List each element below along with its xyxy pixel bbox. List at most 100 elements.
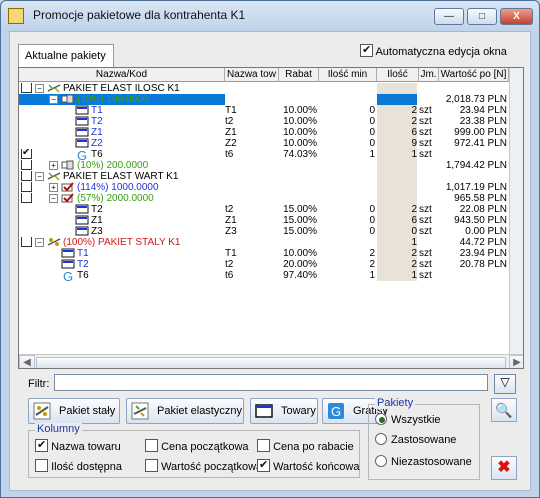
name-cell[interactable]: − (100%) PAKIET STALY K1 [19, 237, 225, 248]
row-checkbox[interactable] [21, 171, 32, 181]
checkbox-icon[interactable] [145, 439, 158, 452]
table-row[interactable]: + (10%) 200.0000 1,794.42 PLN [19, 160, 509, 171]
column-header[interactable]: Ilość [377, 68, 419, 82]
col-opt-start-price[interactable]: Cena początkowa [145, 439, 249, 453]
radio-icon[interactable] [375, 433, 387, 445]
title-bar[interactable]: Promocje pakietowe dla kontrahenta K1 — … [1, 1, 539, 29]
checkbox-icon[interactable] [257, 458, 270, 472]
maximize-button[interactable]: □ [467, 8, 497, 25]
table-row[interactable]: GT6t674.03%11szt [19, 149, 509, 160]
collapse-icon[interactable]: − [49, 95, 58, 104]
name-cell[interactable]: T1 [19, 248, 225, 259]
col-opt-end-value[interactable]: Wartość końcowa [257, 458, 359, 473]
row-checkbox[interactable] [21, 237, 32, 247]
auto-edit-checkbox[interactable]: Automatyczna edycja okna [360, 43, 507, 58]
name-cell[interactable]: G T6 [19, 149, 225, 160]
ilmin-cell: 0 [369, 138, 375, 149]
tab-active-packages[interactable]: Aktualne pakiety [18, 44, 114, 68]
table-row[interactable]: T2 t2 20.00% 2 2 szt 20.78 PLN [19, 259, 509, 270]
search-icon[interactable]: 🔍 [491, 398, 517, 422]
name-cell[interactable]: Z1 [19, 215, 225, 226]
table-row[interactable]: T1 T1 10.00% 0 2 szt 23.94 PLN [19, 105, 509, 116]
product-icon [75, 215, 89, 225]
row-checkbox[interactable] [21, 149, 32, 159]
flex-package-button[interactable]: Pakiet elastyczny [126, 398, 244, 424]
column-header[interactable]: Wartość po [N] [439, 68, 509, 82]
checkbox-icon[interactable] [257, 439, 270, 452]
checkbox-icon[interactable] [145, 459, 158, 472]
checkbox-icon[interactable] [35, 459, 48, 472]
jm-cell: szt [419, 226, 432, 237]
collapse-icon[interactable]: − [49, 194, 58, 203]
radio-icon[interactable] [375, 455, 387, 467]
row-checkbox[interactable] [21, 160, 32, 170]
name-cell[interactable]: − PAKIET ELAST ILOSC K1 [19, 83, 225, 94]
name-cell[interactable]: Z3 [19, 226, 225, 237]
filter-icon[interactable]: ▽ [494, 374, 516, 394]
row-checkbox[interactable] [21, 83, 32, 93]
table-row[interactable]: Z2 Z2 10.00% 0 9 szt 972.41 PLN [19, 138, 509, 149]
name-cell[interactable]: − (10%) 100.0000 [19, 94, 225, 105]
column-header[interactable]: Nazwa tow [225, 68, 279, 82]
goods-button[interactable]: Towary [250, 398, 318, 424]
radio-icon[interactable] [375, 413, 387, 425]
column-header[interactable]: Jm. [419, 68, 439, 82]
col-opt-start-value[interactable]: Wartość początkowa [145, 459, 262, 473]
column-header[interactable]: Ilość min [319, 68, 377, 82]
table-row[interactable]: Z3 Z3 15.00% 0 0 szt 0.00 PLN [19, 226, 509, 237]
table-row[interactable]: + (114%) 1000.0000 1,017.19 PLN [19, 182, 509, 193]
table-row[interactable]: − (100%) PAKIET STALY K1 1 44.72 PLN [19, 237, 509, 248]
scroll-thumb[interactable] [36, 357, 506, 368]
table-row[interactable]: T1 T1 10.00% 2 2 szt 23.94 PLN [19, 248, 509, 259]
name-cell[interactable]: T2 [19, 204, 225, 215]
row-checkbox[interactable] [21, 182, 32, 192]
name-cell[interactable]: − (57%) 2000.0000 [19, 193, 225, 204]
collapse-icon[interactable]: − [35, 84, 44, 93]
close-icon[interactable]: ✖ [491, 456, 517, 480]
auto-edit-check-icon[interactable] [360, 43, 373, 57]
table-row[interactable]: G T6 t6 97.40% 1 1 szt [19, 270, 509, 281]
row-checkbox[interactable] [21, 193, 32, 203]
expand-icon[interactable]: + [49, 161, 58, 170]
name-cell[interactable]: + (114%) 1000.0000 [19, 182, 225, 193]
horizontal-scrollbar[interactable]: ◀ ▶ [19, 354, 523, 368]
table-row[interactable]: T2 t2 10.00% 0 2 szt 23.38 PLN [19, 116, 509, 127]
name-cell[interactable]: + (10%) 200.0000 [19, 160, 225, 171]
table-row[interactable]: − (10%) 100.0000 2,018.73 PLN [19, 94, 509, 105]
col-opt-available-qty[interactable]: Ilość dostępna [35, 459, 122, 473]
column-header[interactable]: Rabat [279, 68, 319, 82]
fixed-package-button[interactable]: Pakiet stały [28, 398, 120, 424]
expand-icon[interactable]: + [49, 183, 58, 192]
close-button[interactable]: X [500, 8, 533, 25]
name-cell[interactable]: T2 [19, 259, 225, 270]
column-header[interactable]: Nazwa/Kod [19, 68, 225, 82]
pkg-opt-all[interactable]: Wszystkie [375, 413, 441, 426]
filter-input[interactable] [54, 374, 488, 391]
jm-cell: szt [419, 215, 432, 226]
scroll-right-icon[interactable]: ▶ [509, 355, 523, 368]
table-row[interactable]: − PAKIET ELAST WART K1 [19, 171, 509, 182]
table-row[interactable]: Z1 Z1 10.00% 0 6 szt 999.00 PLN [19, 127, 509, 138]
name-cell[interactable]: − PAKIET ELAST WART K1 [19, 171, 225, 182]
ilmin-cell: 2 [369, 259, 375, 270]
table-row[interactable]: T2 t2 15.00% 0 2 szt 22.08 PLN [19, 204, 509, 215]
checkbox-icon[interactable] [35, 438, 48, 452]
collapse-icon[interactable]: − [35, 172, 44, 181]
pkg-opt-not-applied[interactable]: Niezastosowane [375, 455, 472, 468]
table-row[interactable]: Z1 Z1 15.00% 0 6 szt 943.50 PLN [19, 215, 509, 226]
scroll-left-icon[interactable]: ◀ [19, 355, 35, 368]
collapse-icon[interactable]: − [35, 238, 44, 247]
name-cell[interactable]: T2 [19, 116, 225, 127]
name-cell[interactable]: G T6 [19, 270, 225, 281]
vertical-scrollbar[interactable] [509, 68, 523, 354]
table-row[interactable]: − PAKIET ELAST ILOSC K1 [19, 83, 509, 94]
col-opt-product-name[interactable]: Nazwa towaru [35, 438, 121, 453]
pkg-opt-applied[interactable]: Zastosowane [375, 433, 456, 446]
name-cell[interactable]: Z2 [19, 138, 225, 149]
minimize-button[interactable]: — [434, 8, 464, 25]
name-cell[interactable]: Z1 [19, 127, 225, 138]
name-cell[interactable]: T1 [19, 105, 225, 116]
col-opt-price-after[interactable]: Cena po rabacie [257, 439, 354, 453]
table-row[interactable]: − (57%) 2000.0000 965.58 PLN [19, 193, 509, 204]
ilosc-cell: 9 [377, 138, 417, 149]
